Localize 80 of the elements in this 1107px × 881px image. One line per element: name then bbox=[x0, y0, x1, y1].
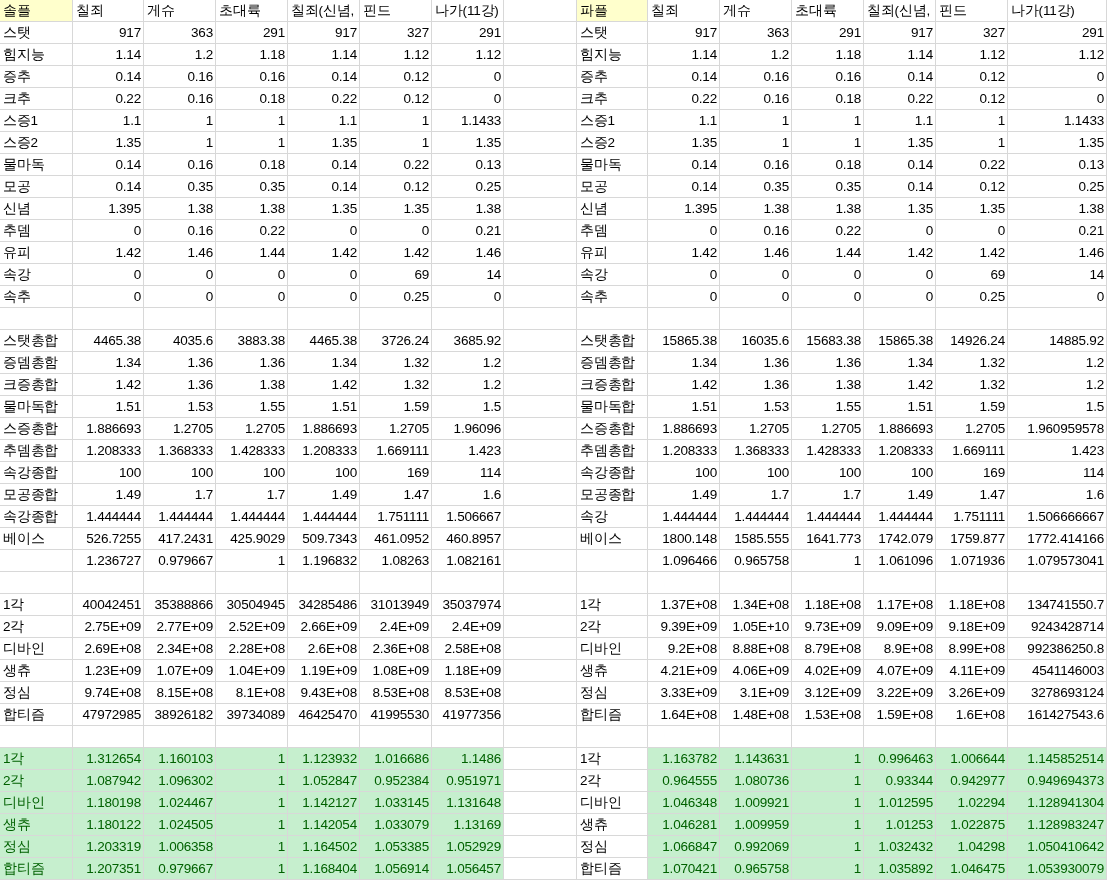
row-label: 생츄 bbox=[0, 814, 73, 836]
table-cell: 1.070421 bbox=[648, 858, 720, 880]
table-cell: 1.012595 bbox=[864, 792, 936, 814]
table-cell: 1.024505 bbox=[144, 814, 216, 836]
table-cell: 1.009959 bbox=[720, 814, 792, 836]
table-cell: 1 bbox=[216, 836, 288, 858]
table-cell: 0.965758 bbox=[720, 858, 792, 880]
table-cell: 1.009921 bbox=[720, 792, 792, 814]
table-cell: 1 bbox=[792, 836, 864, 858]
row-label: 2각 bbox=[0, 770, 73, 792]
table-cell: 1.052929 bbox=[432, 836, 504, 858]
table-cell: 0.996463 bbox=[864, 748, 936, 770]
table-cell: 1.022875 bbox=[936, 814, 1008, 836]
table-cell: 1.164502 bbox=[288, 836, 360, 858]
table-cell: 1.04298 bbox=[936, 836, 1008, 858]
table-cell: 1.02294 bbox=[936, 792, 1008, 814]
table-cell: 1.033145 bbox=[360, 792, 432, 814]
table-cell: 1.066847 bbox=[648, 836, 720, 858]
table-cell: 0.992069 bbox=[720, 836, 792, 858]
row-label: 합티즘 bbox=[0, 858, 73, 880]
table-cell: 1 bbox=[792, 748, 864, 770]
table-cell: 1.046348 bbox=[648, 792, 720, 814]
table-cell: 1.056914 bbox=[360, 858, 432, 880]
table-cell: 1.033079 bbox=[360, 814, 432, 836]
table-cell: 1.168404 bbox=[288, 858, 360, 880]
table-cell: 1.046281 bbox=[648, 814, 720, 836]
table-cell: 1.053385 bbox=[360, 836, 432, 858]
table-cell: 1.142054 bbox=[288, 814, 360, 836]
table-cell: 1 bbox=[792, 814, 864, 836]
table-cell: 1.006644 bbox=[936, 748, 1008, 770]
table-cell: 1.160103 bbox=[144, 748, 216, 770]
table-cell: 1.052847 bbox=[288, 770, 360, 792]
table-cell: 0.964555 bbox=[648, 770, 720, 792]
table-cell: 1 bbox=[216, 792, 288, 814]
table-cell: 1.128983247 bbox=[1008, 814, 1107, 836]
row-label: 정심 bbox=[0, 836, 73, 858]
table-cell: 1.163782 bbox=[648, 748, 720, 770]
table-cell: 1.145852514 bbox=[1008, 748, 1107, 770]
table-cell: 1 bbox=[216, 770, 288, 792]
sheet-title: 파플 bbox=[577, 0, 648, 22]
table-cell: 1.312654 bbox=[73, 748, 144, 770]
table-cell: 1 bbox=[792, 858, 864, 880]
table-cell: 0.93344 bbox=[864, 770, 936, 792]
table-cell: 1 bbox=[216, 858, 288, 880]
table-cell: 1.13169 bbox=[432, 814, 504, 836]
table-cell: 1.123932 bbox=[288, 748, 360, 770]
table-cell: 1.142127 bbox=[288, 792, 360, 814]
row-label: 1각 bbox=[0, 748, 73, 770]
table-cell: 0.942977 bbox=[936, 770, 1008, 792]
table-cell: 1.131648 bbox=[432, 792, 504, 814]
table-cell: 1.035892 bbox=[864, 858, 936, 880]
table-cell: 1.087942 bbox=[73, 770, 144, 792]
table-cell: 1.046475 bbox=[936, 858, 1008, 880]
sheet-title: 솔플 bbox=[0, 0, 73, 22]
table-cell: 1.207351 bbox=[73, 858, 144, 880]
table-cell: 1.050410642 bbox=[1008, 836, 1107, 858]
table-cell: 1 bbox=[792, 792, 864, 814]
table-cell: 1 bbox=[216, 814, 288, 836]
table-cell: 1.180122 bbox=[73, 814, 144, 836]
table-cell: 1.180198 bbox=[73, 792, 144, 814]
table-cell: 1.053930079 bbox=[1008, 858, 1107, 880]
table-cell: 0.951971 bbox=[432, 770, 504, 792]
table-cell: 1 bbox=[216, 748, 288, 770]
table-cell: 1.032432 bbox=[864, 836, 936, 858]
table-cell: 1.024467 bbox=[144, 792, 216, 814]
table-cell: 1.096302 bbox=[144, 770, 216, 792]
table-cell: 0.949694373 bbox=[1008, 770, 1107, 792]
table-cell: 1.143631 bbox=[720, 748, 792, 770]
table-cell: 1 bbox=[792, 770, 864, 792]
table-cell: 1.1486 bbox=[432, 748, 504, 770]
table-cell: 1.016686 bbox=[360, 748, 432, 770]
table-cell: 0.952384 bbox=[360, 770, 432, 792]
table-cell: 1.203319 bbox=[73, 836, 144, 858]
table-cell: 1.080736 bbox=[720, 770, 792, 792]
table-cell: 1.128941304 bbox=[1008, 792, 1107, 814]
table-cell: 0.979667 bbox=[144, 858, 216, 880]
table-cell: 1.056457 bbox=[432, 858, 504, 880]
table-cell: 1.006358 bbox=[144, 836, 216, 858]
row-label: 디바인 bbox=[0, 792, 73, 814]
table-cell: 1.01253 bbox=[864, 814, 936, 836]
